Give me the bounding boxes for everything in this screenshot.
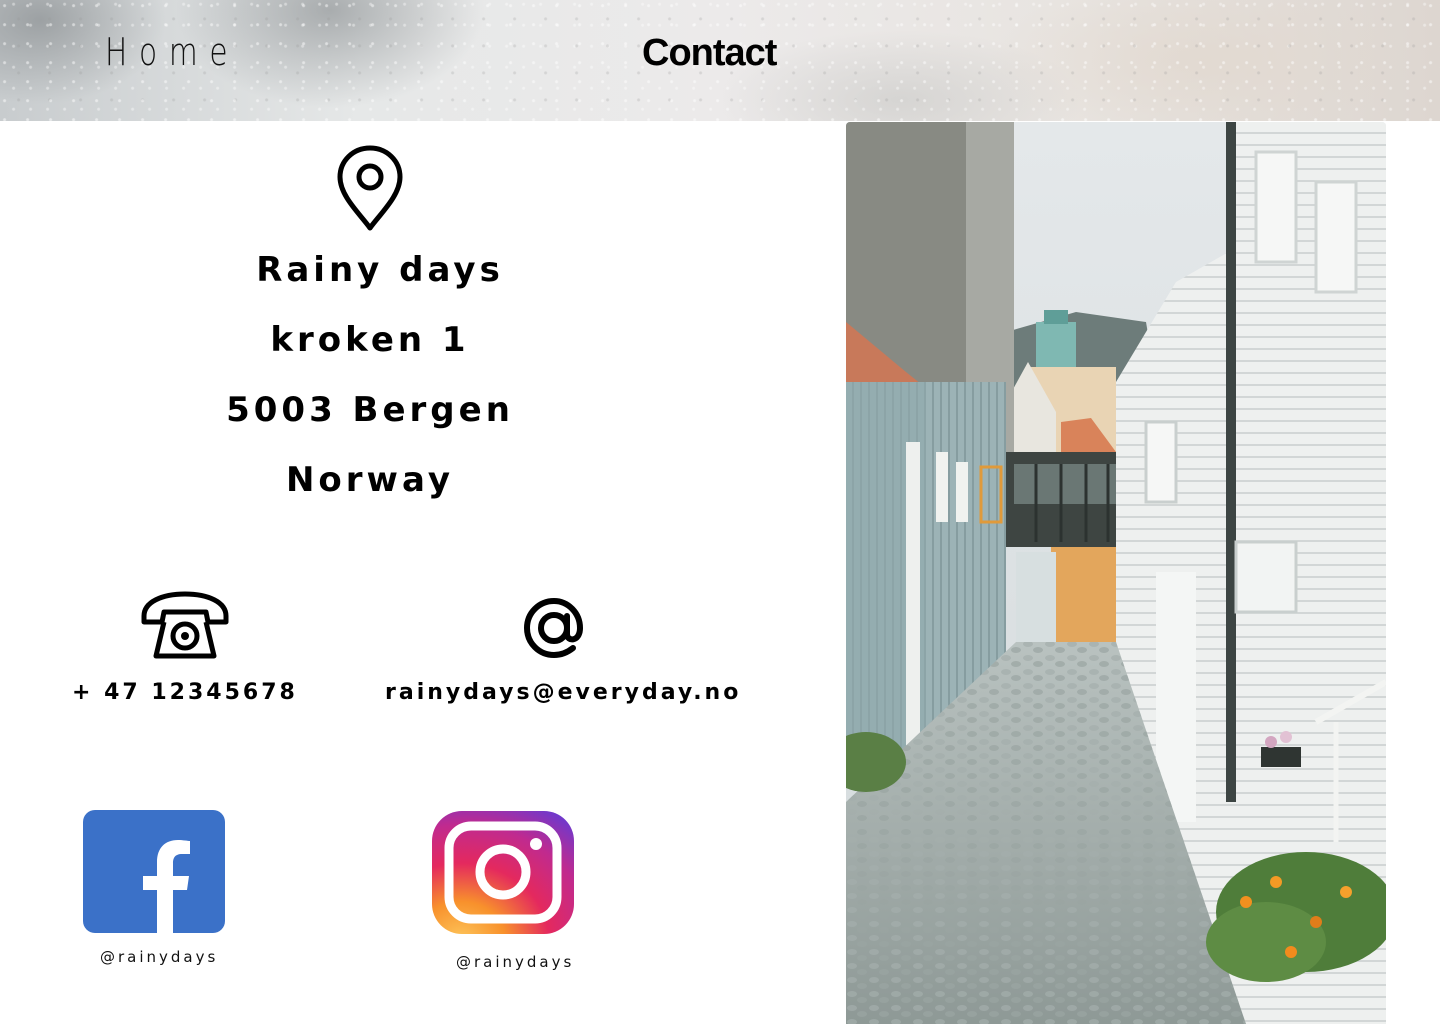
address-street: kroken 1 — [270, 320, 470, 360]
header-banner: Home Contact — [0, 0, 1440, 121]
instagram-handle[interactable]: @rainydays — [456, 953, 574, 971]
nav-contact-link[interactable]: Contact — [642, 32, 777, 75]
nav-home-link[interactable]: Home — [105, 30, 239, 74]
facebook-handle[interactable]: @rainydays — [100, 948, 218, 966]
address-company-name: Rainy days — [256, 250, 504, 290]
email-address[interactable]: rainydays@everyday.no — [385, 680, 741, 705]
telephone-icon — [141, 591, 229, 659]
phone-number[interactable]: + 47 12345678 — [72, 680, 298, 705]
map-pin-icon — [337, 145, 403, 231]
address-city: 5003 Bergen — [226, 390, 514, 430]
bergen-alley-photo — [846, 122, 1386, 1024]
at-sign-icon — [523, 597, 584, 659]
facebook-logo[interactable] — [83, 810, 225, 933]
address-country: Norway — [285, 460, 455, 500]
instagram-logo[interactable] — [432, 811, 574, 934]
